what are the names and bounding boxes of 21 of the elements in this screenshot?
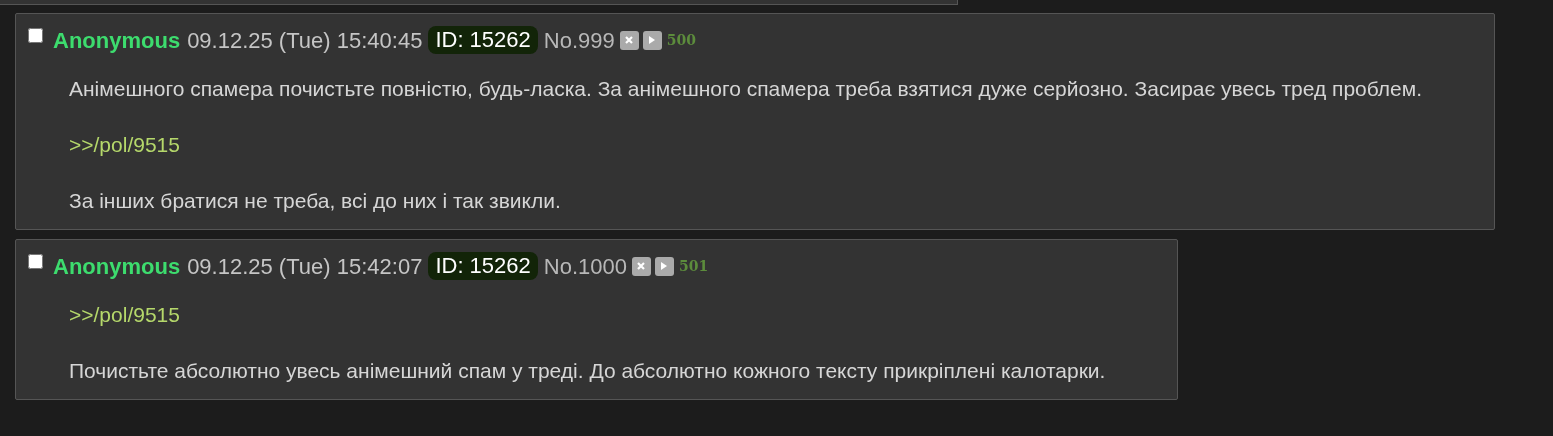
quote-link[interactable]: >>/pol/9515 xyxy=(69,301,180,329)
select-checkbox[interactable] xyxy=(28,253,43,269)
play-icon[interactable] xyxy=(642,30,662,50)
post-date: 09.12.25 (Tue) 15:42:07 xyxy=(187,252,423,281)
quote-link[interactable]: >>/pol/9515 xyxy=(69,131,180,159)
select-checkbox[interactable] xyxy=(28,27,43,43)
poster-name: Anonymous xyxy=(53,26,181,55)
poster-id: ID: 15262 xyxy=(428,26,538,54)
close-icon[interactable] xyxy=(631,256,651,276)
post-number[interactable]: No.999 xyxy=(543,23,615,57)
post-text: За інших братися не треба, всі до них і так звикли. xyxy=(69,188,562,214)
reply-count: 501 xyxy=(678,256,709,276)
post-text: Анімешного спамера почистьте повністю, будь-ласка. За анімешного спамера треба взятися дуже серйозно. Засирає увесь тред проблем. xyxy=(69,76,1423,102)
reply-count: 500 xyxy=(666,30,696,50)
post-text: Почистьте абсолютно увесь анімешний спам у треді. До абсолютно кожного тексту прикріплені калотарки. xyxy=(69,358,1106,384)
poster-id: ID: 15262 xyxy=(428,252,538,280)
close-icon[interactable] xyxy=(619,30,639,50)
post-number[interactable]: No.1000 xyxy=(543,249,627,283)
post-date: 09.12.25 (Tue) 15:40:45 xyxy=(187,26,423,55)
poster-name: Anonymous xyxy=(53,252,181,281)
play-icon[interactable] xyxy=(654,256,674,276)
